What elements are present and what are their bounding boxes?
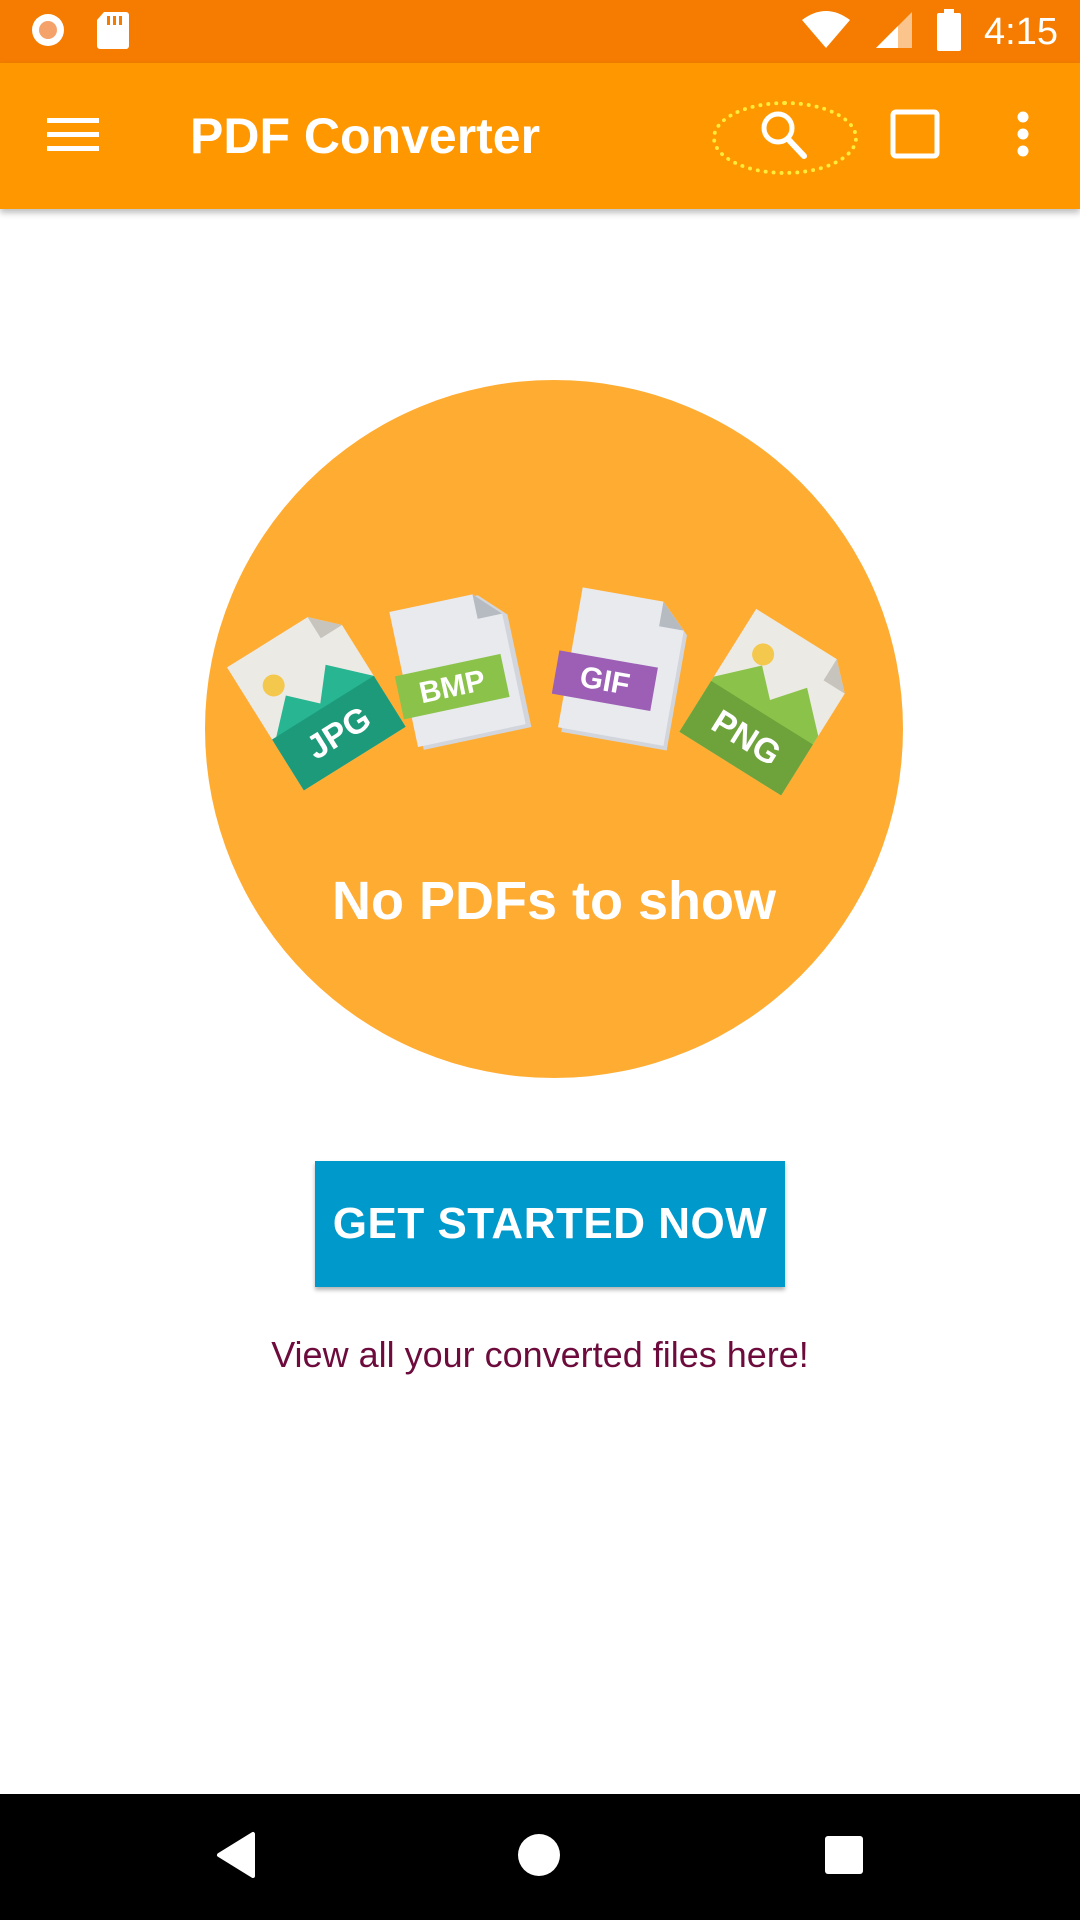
navigation-bar [0,1794,1080,1920]
square-icon [890,109,940,164]
more-vert-icon [1016,111,1030,162]
status-time: 4:15 [984,10,1058,53]
home-button[interactable] [506,1824,572,1890]
recents-icon [823,1834,865,1881]
back-icon [213,1830,257,1885]
search-highlight [712,101,858,175]
get-started-button[interactable]: GET STARTED NOW [315,1161,785,1287]
gif-file-icon: GIF [551,587,687,751]
page-title: PDF Converter [190,108,541,164]
signal-icon [874,10,914,55]
menu-icon [47,114,99,159]
back-button[interactable] [202,1824,268,1890]
jpg-file-icon: JPG [227,617,406,791]
helper-text: View all your converted files here! [271,1334,809,1375]
png-file-icon: PNG [679,608,845,796]
recents-button[interactable] [811,1824,877,1890]
status-bar: 4:15 [0,0,1080,63]
select-button[interactable] [882,103,948,169]
wifi-icon [800,10,852,55]
menu-button[interactable] [40,103,106,169]
empty-state-circle: JPG BMP GIF PNG No PDFs to show [205,380,903,1078]
search-button[interactable] [712,101,858,175]
app-bar: PDF Converter [0,63,1080,209]
overflow-menu-button[interactable] [1000,103,1046,169]
sd-card-icon [96,10,130,55]
file-types-illustration: JPG BMP GIF PNG [227,587,845,796]
bmp-file-icon: BMP [389,594,532,750]
battery-icon [936,8,962,56]
home-icon [516,1832,562,1883]
record-icon [28,10,68,55]
empty-state-title: No PDFs to show [332,871,776,931]
